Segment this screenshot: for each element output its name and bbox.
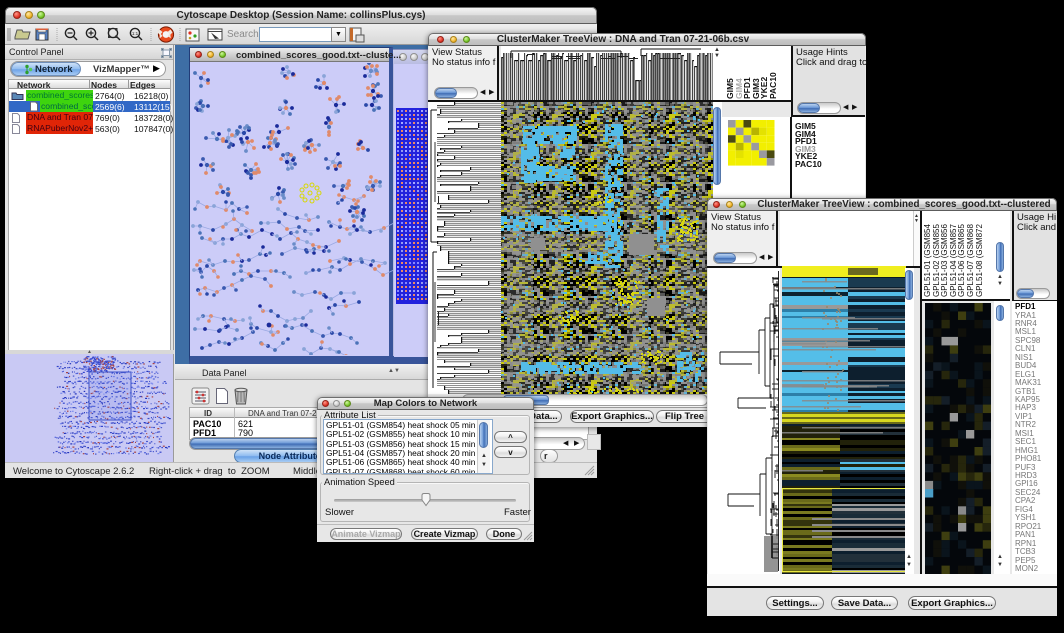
svg-text:1:1: 1:1 [132, 31, 139, 36]
